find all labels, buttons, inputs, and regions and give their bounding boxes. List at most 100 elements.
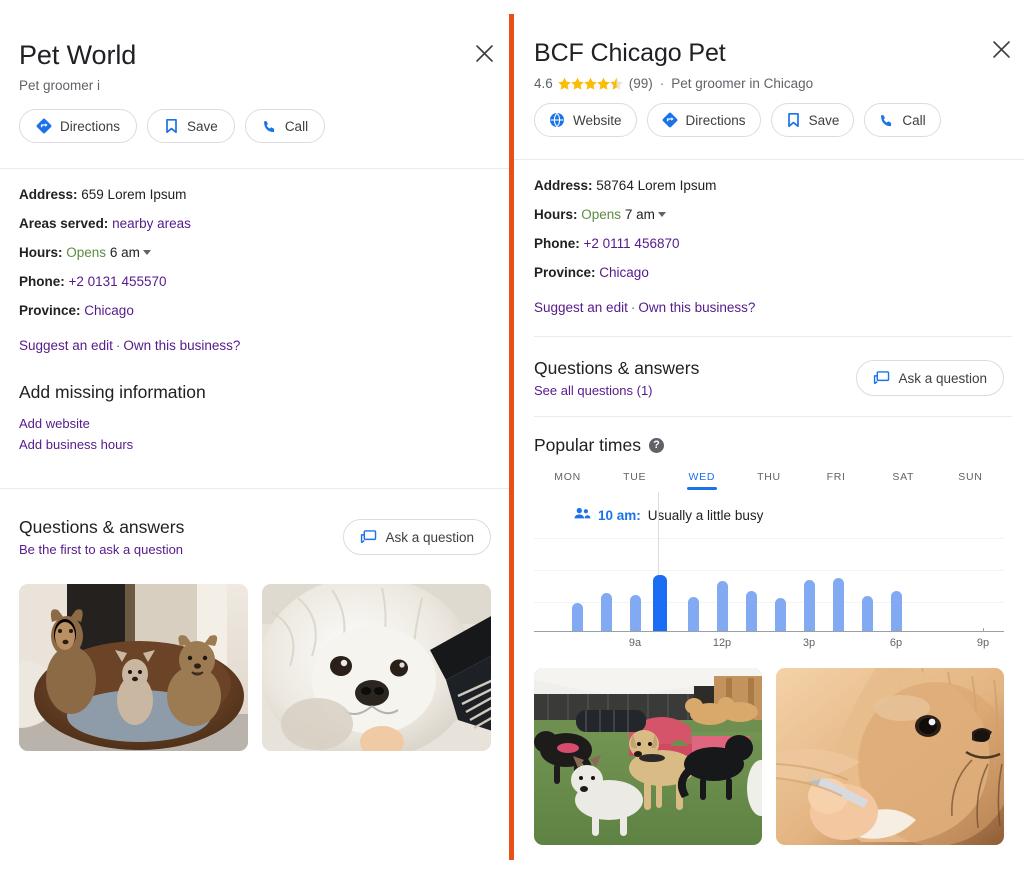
chip-label: Directions	[685, 112, 746, 128]
bar-1p[interactable]	[746, 591, 757, 631]
phone-label: Phone:	[19, 274, 65, 289]
hours-state: Opens	[66, 245, 107, 260]
qa-heading: Questions & answers	[19, 517, 185, 537]
website-button[interactable]: Website	[534, 103, 637, 137]
bookmark-icon	[164, 118, 179, 134]
qa-heading: Questions & answers	[534, 358, 700, 378]
hours-row: Hours: Opens 6 am	[19, 244, 491, 261]
hours-value: 7 am	[624, 207, 655, 222]
place-card-bcf-chicago-pet: BCF Chicago Pet 4.6 (99) · Pet groomer i…	[514, 0, 1024, 886]
phone-value[interactable]: +2 0131 455570	[69, 274, 167, 289]
directions-icon	[662, 112, 678, 128]
ask-question-label: Ask a question	[385, 529, 474, 545]
tick-label-9a: 9a	[628, 637, 642, 649]
chevron-down-icon[interactable]	[142, 249, 151, 255]
address-label: Address:	[534, 178, 593, 193]
tab-sun[interactable]: SUN	[937, 471, 1004, 490]
right-info-list: Address: 58764 Lorem Ipsum Hours: Opens …	[514, 160, 1024, 316]
bar-12p[interactable]	[717, 581, 728, 631]
chevron-down-icon[interactable]	[657, 211, 666, 217]
province-row: Province: Chicago	[19, 302, 491, 319]
left-edit-links: Suggest an edit · Own this business?	[19, 337, 491, 354]
bar-4p[interactable]	[833, 578, 844, 631]
chip-label: Directions	[60, 118, 121, 134]
popular-times-section: Popular times ? MON TUE WED THU FRI SAT …	[514, 433, 1024, 654]
suggest-an-edit-link[interactable]: Suggest an edit	[534, 300, 628, 315]
bar-3p[interactable]	[804, 580, 815, 631]
status-time: 10 am:	[598, 507, 641, 523]
hours-value: 6 am	[109, 245, 140, 260]
phone-value[interactable]: +2 0111 456870	[584, 236, 680, 251]
qa-text-block: Questions & answers Be the first to ask …	[19, 515, 184, 557]
bar-7a[interactable]	[572, 603, 583, 631]
divider	[534, 416, 1012, 417]
chip-label: Call	[902, 112, 926, 128]
province-value[interactable]: Chicago	[599, 265, 649, 280]
tab-mon[interactable]: MON	[534, 471, 601, 490]
divider	[534, 336, 1012, 337]
left-questions-answers-section: Questions & answers Be the first to ask …	[0, 515, 510, 557]
hours-state: Opens	[581, 207, 622, 222]
phone-row: Phone: +2 0131 455570	[19, 273, 491, 290]
directions-button[interactable]: Directions	[19, 109, 138, 143]
photo-dogs-in-bowl[interactable]	[19, 584, 248, 751]
directions-button[interactable]: Directions	[646, 103, 761, 137]
tab-fri[interactable]: FRI	[803, 471, 870, 490]
right-photos	[514, 668, 1024, 845]
bar-9a[interactable]	[630, 595, 641, 631]
tick-label-9p: 9p	[976, 637, 990, 649]
photo-white-dog-brushed[interactable]	[262, 584, 491, 751]
bar-11a[interactable]	[688, 597, 699, 631]
category-label: Pet groomer in Chicago	[671, 76, 814, 91]
phone-label: Phone:	[534, 236, 580, 251]
ask-a-question-button[interactable]: Ask a question	[343, 519, 491, 555]
bar-2p[interactable]	[775, 598, 786, 631]
review-count: (99)	[628, 76, 653, 91]
right-action-chips: Website Directions Save Call	[534, 103, 1005, 137]
hours-label: Hours:	[534, 207, 578, 222]
bookmark-icon	[786, 112, 801, 128]
hours-label: Hours:	[19, 245, 63, 260]
see-all-questions-link[interactable]: See all questions (1)	[534, 383, 699, 398]
chart-x-axis: 9a 12p 3p 6p 9p	[534, 628, 1004, 654]
tab-wed[interactable]: WED	[668, 471, 735, 490]
own-this-business-link[interactable]: Own this business?	[123, 338, 240, 353]
call-button[interactable]: Call	[864, 103, 941, 137]
bar-5p[interactable]	[862, 596, 873, 631]
right-header: BCF Chicago Pet 4.6 (99) · Pet groomer i…	[514, 0, 1024, 137]
chip-label: Website	[573, 112, 622, 128]
divider	[0, 488, 510, 489]
own-this-business-link[interactable]: Own this business?	[638, 300, 755, 315]
save-button[interactable]: Save	[770, 103, 855, 137]
photo-dog-daycare-yard[interactable]	[534, 668, 762, 845]
add-business-hours-link[interactable]: Add business hours	[19, 434, 491, 455]
rating-row[interactable]: 4.6 (99) · Pet groomer in Chicago	[534, 76, 1005, 91]
close-icon[interactable]	[988, 36, 1014, 62]
add-website-link[interactable]: Add website	[19, 413, 491, 434]
close-icon[interactable]	[471, 40, 497, 66]
ask-a-question-button[interactable]: Ask a question	[856, 360, 1004, 396]
star-rating-icons	[557, 77, 624, 91]
globe-icon	[549, 112, 565, 128]
bar-6p[interactable]	[891, 591, 902, 631]
suggest-an-edit-link[interactable]: Suggest an edit	[19, 338, 113, 353]
bar-10a-current[interactable]	[653, 575, 667, 631]
tab-sat[interactable]: SAT	[870, 471, 937, 490]
photo-yorkie-groomed[interactable]	[776, 668, 1004, 845]
province-value[interactable]: Chicago	[84, 303, 134, 318]
be-the-first-to-ask-link[interactable]: Be the first to ask a question	[19, 542, 184, 557]
address-row: Address: 58764 Lorem Ipsum	[534, 177, 1004, 194]
save-button[interactable]: Save	[147, 109, 235, 143]
tab-tue[interactable]: TUE	[601, 471, 668, 490]
chip-label: Save	[187, 118, 218, 134]
popular-times-chart	[534, 492, 1004, 632]
areas-served-value[interactable]: nearby areas	[112, 216, 191, 231]
left-photos	[0, 584, 510, 751]
tab-thu[interactable]: THU	[735, 471, 802, 490]
bar-8a[interactable]	[601, 593, 612, 631]
address-value: 659 Lorem Ipsum	[81, 187, 187, 202]
province-label: Province:	[534, 265, 596, 280]
help-icon[interactable]: ?	[649, 437, 664, 453]
call-button[interactable]: Call	[244, 109, 326, 143]
left-subtitle: Pet groomer i	[19, 78, 101, 93]
